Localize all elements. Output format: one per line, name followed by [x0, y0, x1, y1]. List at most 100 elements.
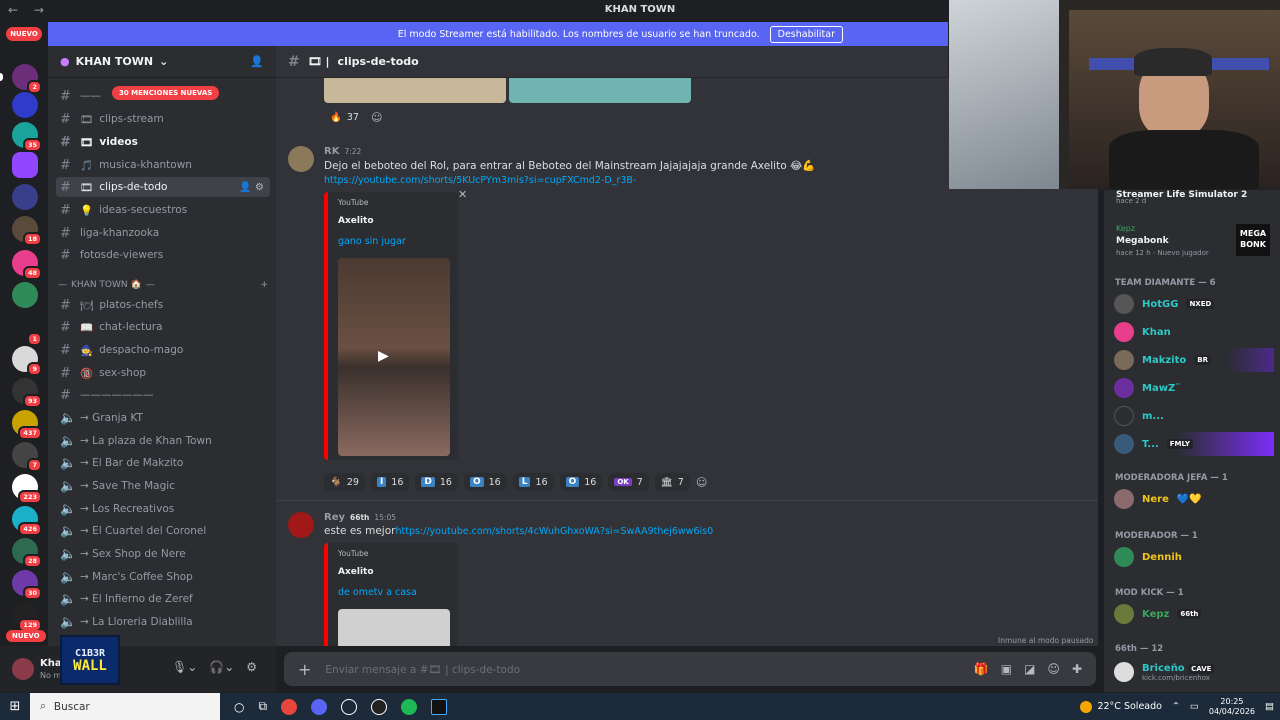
- server-header[interactable]: ● KHAN TOWN ⌄ 👤: [48, 46, 276, 78]
- play-icon[interactable]: ▶: [378, 348, 389, 364]
- channel-musica[interactable]: # 🎵 musica-khantown: [56, 155, 270, 175]
- notifications-icon[interactable]: ▤: [1265, 701, 1274, 712]
- avatar[interactable]: [288, 512, 314, 538]
- channel-ideas[interactable]: # 💡 ideas-secuestros: [56, 200, 270, 220]
- widgets-icon[interactable]: ⧉: [258, 699, 267, 714]
- server-icon[interactable]: 28: [12, 538, 42, 568]
- embed-author[interactable]: Axelito: [338, 567, 374, 577]
- tray-chevron-icon[interactable]: ⌃: [1172, 701, 1180, 712]
- reaction[interactable]: O 16: [559, 473, 603, 491]
- settings-icon[interactable]: 👤 ⚙: [239, 182, 270, 193]
- terminal-icon[interactable]: [431, 698, 448, 715]
- member-item[interactable]: HotGG NXED: [1114, 292, 1274, 316]
- reaction[interactable]: O 16: [463, 473, 507, 491]
- reaction[interactable]: L 16: [512, 473, 554, 491]
- avatar[interactable]: [12, 658, 34, 680]
- disable-streamer-button[interactable]: Deshabilitar: [769, 25, 843, 43]
- emoji-icon[interactable]: ☺: [1047, 662, 1060, 676]
- server-icon[interactable]: [12, 184, 38, 210]
- channel-liga[interactable]: # liga-khanzooka: [56, 223, 270, 243]
- add-reaction-icon[interactable]: ☺: [696, 476, 707, 489]
- server-icon[interactable]: 9: [12, 346, 42, 376]
- member-item[interactable]: T... FMLY: [1114, 432, 1274, 456]
- member-item[interactable]: m...: [1114, 404, 1274, 428]
- chrome-icon[interactable]: [281, 698, 298, 715]
- reaction[interactable]: D 16: [415, 473, 458, 491]
- channel-chat-lectura[interactable]: # 📖 chat-lectura: [56, 317, 270, 337]
- network-icon[interactable]: ▭: [1190, 701, 1199, 712]
- sticker-icon[interactable]: ◪: [1024, 662, 1035, 676]
- message-link[interactable]: https://youtube.com/shorts/4cWuhGhxoWA?s…: [395, 526, 713, 537]
- reaction[interactable]: OK 7: [608, 473, 649, 491]
- attachment-image[interactable]: [509, 78, 691, 103]
- weather-widget[interactable]: 22°C Soleado: [1080, 700, 1162, 713]
- invite-icon[interactable]: 👤: [250, 55, 264, 68]
- member-item[interactable]: Kepz 66th: [1114, 602, 1274, 626]
- voice-channel[interactable]: 🔈 → Granja KT: [56, 408, 270, 428]
- channel-clips-de-todo[interactable]: # 🎞 clips-de-todo 👤 ⚙: [56, 177, 270, 197]
- category-khan-town[interactable]: — KHAN TOWN 🏠 — +: [58, 280, 268, 290]
- member-item[interactable]: Dennih: [1114, 545, 1274, 569]
- obs-icon[interactable]: [371, 698, 388, 715]
- message-author[interactable]: Rey 66th 15:05: [324, 512, 396, 523]
- clock[interactable]: 20:25 04/04/2026: [1209, 697, 1255, 717]
- voice-channel[interactable]: 🔈 → Marc's Coffee Shop: [56, 567, 270, 587]
- new-mentions-badge[interactable]: 30 MENCIONES NUEVAS: [112, 86, 220, 100]
- video-thumbnail[interactable]: [338, 609, 450, 646]
- voice-channel[interactable]: 🔈 → Los Recreativos: [56, 499, 270, 519]
- member-item[interactable]: Nere 💙💛: [1114, 487, 1274, 511]
- gift-icon[interactable]: 🎁: [974, 662, 989, 676]
- channel-clips-stream[interactable]: # 🎞 clips-stream: [56, 109, 270, 129]
- add-attachment-icon[interactable]: +: [298, 660, 311, 679]
- voice-channel[interactable]: 🔈 → El Bar de Makzito: [56, 453, 270, 473]
- steam-icon[interactable]: [341, 698, 358, 715]
- server-icon[interactable]: [12, 92, 38, 118]
- voice-channel[interactable]: 🔈 → Save The Magic: [56, 476, 270, 496]
- reaction[interactable]: 🏛 7: [654, 473, 690, 491]
- server-icon[interactable]: 1: [12, 316, 42, 346]
- server-icon[interactable]: 48: [12, 250, 42, 280]
- channel-despacho[interactable]: # 🧙 despacho-mago: [56, 340, 270, 360]
- member-item[interactable]: Briceño CAVE kick.com/bricenhox: [1114, 658, 1274, 686]
- embed-title[interactable]: gano sin jugar: [338, 236, 406, 247]
- gif-icon[interactable]: ▣: [1001, 662, 1012, 676]
- voice-channel[interactable]: 🔈 → Sex Shop de Nere: [56, 544, 270, 564]
- discord-icon[interactable]: [311, 698, 328, 715]
- embed-title[interactable]: de ometv a casa: [338, 587, 417, 598]
- attachment-image[interactable]: [324, 78, 506, 103]
- taskbar-search[interactable]: ⌕ Buscar: [30, 693, 220, 720]
- server-icon[interactable]: 18: [12, 216, 42, 246]
- spotify-icon[interactable]: [401, 698, 418, 715]
- voice-channel[interactable]: 🔈 → El Cuartel del Coronel: [56, 521, 270, 541]
- apps-icon[interactable]: ✚: [1072, 662, 1082, 676]
- server-icon[interactable]: 7: [12, 442, 42, 472]
- reaction[interactable]: I 16: [370, 473, 410, 491]
- server-icon[interactable]: 437: [12, 410, 42, 440]
- server-icon[interactable]: 129: [12, 602, 42, 632]
- server-icon[interactable]: 93: [12, 378, 42, 408]
- voice-channel[interactable]: 🔈 → La Lloreria Diablilla: [56, 612, 270, 632]
- add-channel-icon[interactable]: +: [260, 280, 268, 290]
- voice-channel[interactable]: 🔈 → El Infierno de Zeref: [56, 589, 270, 609]
- twitch-server-icon[interactable]: [12, 152, 38, 178]
- channel-fotos[interactable]: # fotosde-viewers: [56, 245, 270, 265]
- mic-icon[interactable]: 🎙⌄: [172, 660, 197, 674]
- reaction[interactable]: 🐐 29: [324, 473, 365, 491]
- message-link[interactable]: https://youtube.com/shorts/5KUcPYm3mis?s…: [324, 175, 636, 186]
- server-icon[interactable]: 223: [12, 474, 42, 504]
- headphones-icon[interactable]: 🎧⌄: [209, 660, 234, 674]
- server-icon[interactable]: 35: [12, 122, 42, 152]
- channel-divider[interactable]: # ———————: [56, 385, 270, 405]
- server-icon[interactable]: 426: [12, 506, 42, 536]
- video-thumbnail[interactable]: ▶: [338, 258, 450, 456]
- megabonk-logo[interactable]: MEGA BONK: [1236, 224, 1270, 256]
- server-icon[interactable]: 30: [12, 570, 42, 600]
- server-icon[interactable]: 2: [12, 64, 42, 94]
- avatar[interactable]: [288, 146, 314, 172]
- message-author[interactable]: RK 7:22: [324, 146, 361, 157]
- member-item[interactable]: Makzito BR: [1114, 348, 1274, 372]
- add-reaction-icon[interactable]: ☺: [371, 111, 382, 124]
- message-input[interactable]: Enviar mensaje a #🎞 | clips-de-todo: [325, 663, 520, 676]
- channel-sex-shop[interactable]: # 🔞 sex-shop: [56, 363, 270, 383]
- voice-channel[interactable]: 🔈 → La plaza de Khan Town: [56, 431, 270, 451]
